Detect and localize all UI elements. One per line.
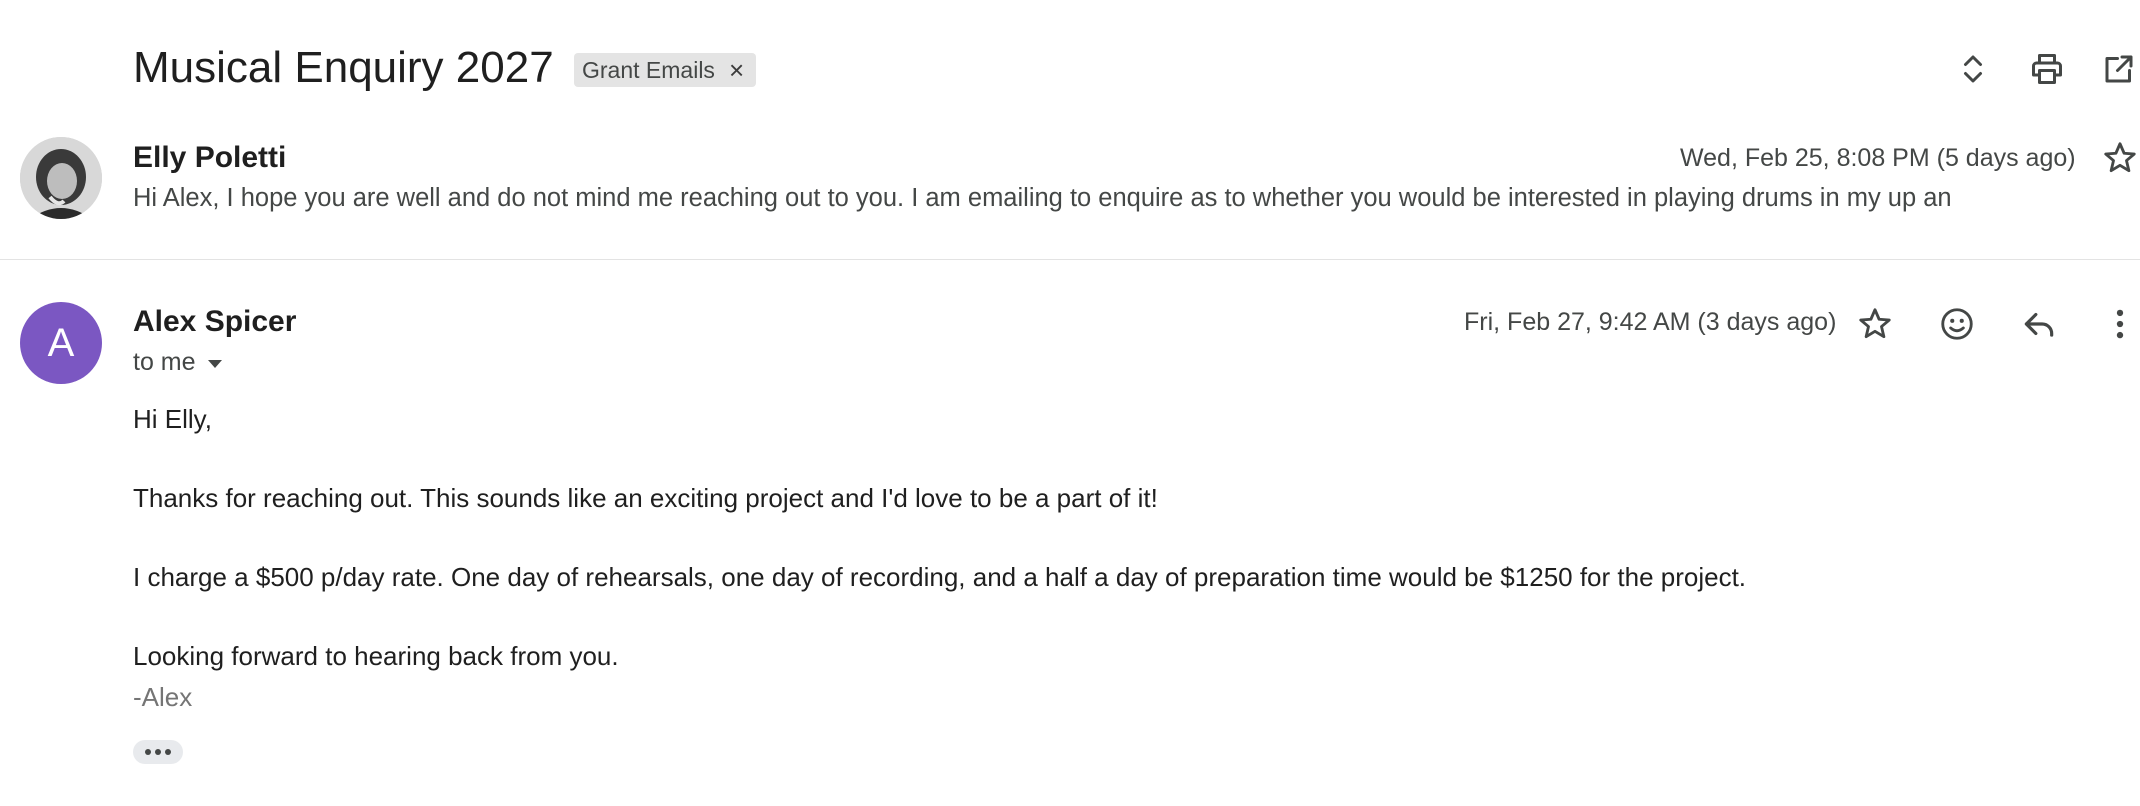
expand-collapse-icon[interactable] — [1951, 47, 1995, 91]
message-signature: -Alex — [133, 682, 193, 712]
message-date: Fri, Feb 27, 9:42 AM (3 days ago) — [1464, 308, 1837, 336]
avatar-alex-spicer: A — [20, 302, 102, 384]
dot — [145, 749, 151, 755]
sender-name: Elly Poletti — [133, 141, 287, 174]
chevron-down-icon — [207, 360, 222, 368]
recipient-details-toggle[interactable]: to me — [133, 348, 222, 377]
message-body-line: I charge a $500 p/day rate. One day of r… — [133, 562, 1747, 592]
message-body-line: Looking forward to hearing back from you… — [133, 641, 619, 671]
message-body-line: Thanks for reaching out. This sounds lik… — [133, 483, 1158, 513]
thread-subject: Musical Enquiry 2027 — [133, 43, 554, 92]
show-trimmed-content-button[interactable] — [133, 740, 183, 764]
open-new-window-icon[interactable] — [2097, 47, 2140, 91]
message-body-line: Hi Elly, — [133, 404, 212, 434]
emoji-reaction-icon[interactable] — [1931, 298, 1983, 350]
label-chip-text: Grant Emails — [582, 56, 715, 83]
message-date: Wed, Feb 25, 8:08 PM (5 days ago) — [1680, 144, 2076, 172]
message-snippet[interactable]: Hi Alex, I hope you are well and do not … — [133, 180, 2033, 216]
star-icon[interactable] — [1849, 298, 1901, 350]
print-icon[interactable] — [2025, 47, 2069, 91]
reply-icon[interactable] — [2013, 298, 2065, 350]
recipient-label: to me — [133, 348, 196, 376]
avatar-elly-poletti — [20, 137, 102, 219]
dot — [155, 749, 161, 755]
dot — [165, 749, 171, 755]
message-divider — [0, 259, 2140, 260]
sender-name: Alex Spicer — [133, 305, 297, 338]
remove-label-icon[interactable]: × — [729, 55, 744, 86]
star-icon[interactable] — [2094, 132, 2140, 184]
label-chip-grant-emails[interactable]: Grant Emails × — [574, 53, 757, 87]
more-options-icon[interactable] — [2094, 298, 2140, 350]
